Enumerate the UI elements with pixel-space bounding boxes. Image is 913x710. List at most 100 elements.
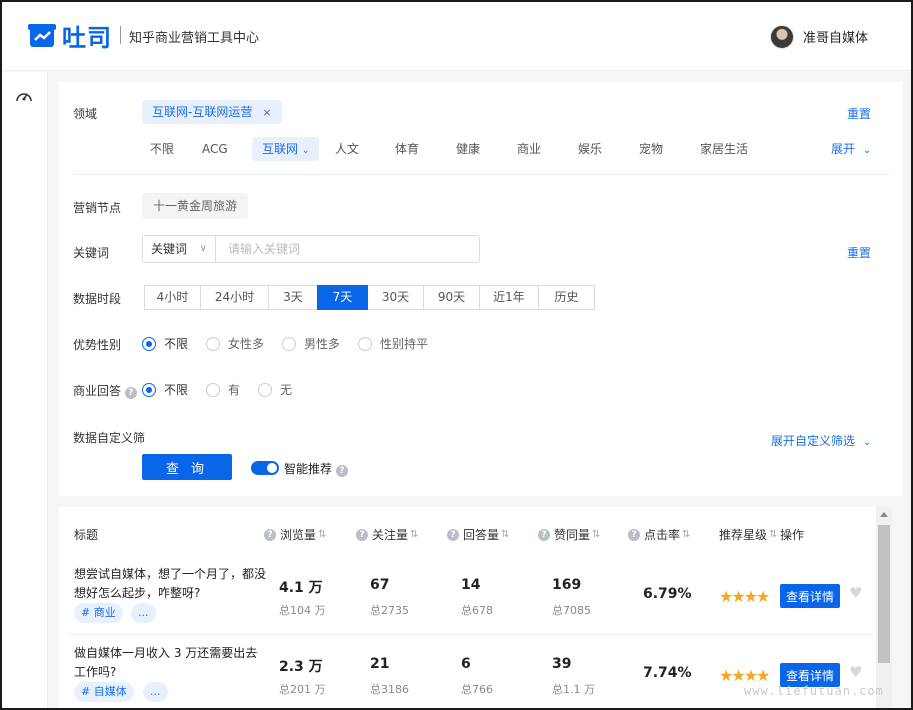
custom-filter-label: 数据自定义筛: [73, 431, 146, 445]
period-option[interactable]: 90天: [423, 285, 480, 310]
sort-icon: ⇅: [410, 529, 419, 540]
logo-text[interactable]: 吐司: [62, 18, 112, 53]
column-header-ctr[interactable]: ? 点击率 ⇅: [628, 526, 690, 543]
radio-dot: [258, 382, 272, 397]
category-active-label: 互联网: [262, 142, 299, 156]
views-value: 4.1 万: [279, 580, 323, 596]
radio-dot: [206, 336, 220, 351]
period-option[interactable]: 3天: [268, 285, 318, 310]
views-value: 2.3 万: [279, 659, 323, 675]
answers-value: 6: [461, 656, 471, 672]
app-window: 吐司 知乎商业营销工具中心 准哥自媒体 领域 互联网-互联网运营 × 重置 不限 …: [0, 0, 913, 710]
views-total: 总104 万: [279, 604, 326, 617]
left-rail: [2, 72, 48, 708]
row-title-link[interactable]: 想尝试自媒体，想了一个月了，都没想好怎么起步，咋整呀?: [74, 565, 269, 603]
category-item[interactable]: 健康: [456, 137, 480, 161]
column-header-stars[interactable]: 推荐星级 ⇅: [719, 526, 777, 543]
category-item-active[interactable]: 互联网 ⌄: [252, 137, 320, 161]
gender-label: 优势性别: [73, 338, 122, 352]
likes-value: 169: [552, 577, 582, 593]
column-header-follows[interactable]: ? 关注量 ⇅: [356, 526, 418, 543]
scrollbar-thumb[interactable]: [878, 525, 890, 663]
biz-answer-text: 商业回答: [73, 384, 122, 398]
expand-custom-filter-link[interactable]: 展开自定义筛选 ⌄: [771, 432, 871, 449]
period-option[interactable]: 历史: [538, 285, 595, 310]
category-item[interactable]: 家居生活: [700, 137, 748, 161]
domain-label: 领域: [73, 107, 98, 121]
likes-value: 39: [552, 656, 572, 672]
category-item[interactable]: 商业: [517, 137, 541, 161]
column-header-views[interactable]: ? 浏览量 ⇅: [264, 526, 326, 543]
expand-categories-link[interactable]: 展开 ⌄: [831, 137, 871, 163]
help-icon[interactable]: ?: [124, 387, 137, 399]
topic-tag[interactable]: # 自媒体: [74, 682, 134, 702]
category-item[interactable]: 人文: [335, 137, 359, 161]
radio-dot: [282, 336, 296, 351]
period-option[interactable]: 近1年: [479, 285, 539, 310]
more-tags[interactable]: ...: [131, 603, 156, 623]
period-option-active[interactable]: 7天: [317, 285, 368, 310]
gender-radio-any[interactable]: 不限: [142, 335, 188, 352]
period-option[interactable]: 30天: [367, 285, 424, 310]
custom-expand-label: 展开自定义筛选: [771, 434, 856, 448]
radio-label: 不限: [164, 383, 189, 397]
scroll-up-icon[interactable]: [880, 512, 888, 517]
results-table: 标题 ? 浏览量 ⇅ ? 关注量 ⇅ ? 回答量 ⇅ ? 赞同量 ⇅ ? 点击率 ⇅ 推荐星级 ⇅ 操…: [59, 507, 892, 708]
category-item[interactable]: 体育: [395, 137, 419, 161]
period-option[interactable]: 4小时: [144, 285, 201, 310]
smart-recommend-toggle[interactable]: [251, 461, 279, 475]
domain-reset-link[interactable]: 重置: [847, 105, 871, 122]
likes-total: 总1.1 万: [552, 683, 595, 696]
topic-tag[interactable]: # 商业: [74, 603, 123, 623]
category-item[interactable]: 娱乐: [578, 137, 602, 161]
marketing-node-chip[interactable]: 十一黄金周旅游: [142, 193, 249, 219]
gender-radio-equal[interactable]: 性别持平: [358, 335, 428, 352]
keyword-input[interactable]: [215, 235, 480, 263]
biz-answer-label: 商业回答 ?: [73, 382, 137, 399]
ctr-value: 6.79%: [643, 586, 692, 602]
category-item[interactable]: 宠物: [639, 137, 663, 161]
help-icon: ?: [628, 528, 640, 541]
remove-tag-icon[interactable]: ×: [262, 106, 271, 119]
view-details-button[interactable]: 查看详情: [780, 584, 840, 608]
chevron-down-icon: ⌄: [862, 437, 872, 448]
column-header-likes[interactable]: ? 赞同量 ⇅: [538, 526, 600, 543]
answers-value: 14: [461, 577, 481, 593]
selected-domain-tag[interactable]: 互联网-互联网运营 ×: [142, 100, 282, 124]
category-item[interactable]: ACG: [202, 137, 228, 161]
keyword-type-select[interactable]: 关键词 ∨: [142, 235, 215, 263]
period-segmented-control: 4小时 24小时 3天 7天 30天 90天 近1年 历史: [144, 285, 595, 310]
period-option[interactable]: 24小时: [200, 285, 269, 310]
vertical-scrollbar[interactable]: [876, 507, 892, 708]
follows-value: 67: [370, 577, 390, 593]
sort-icon: ⇅: [682, 529, 691, 540]
category-item[interactable]: 不限: [150, 137, 174, 161]
radio-dot: [206, 382, 220, 397]
chevron-down-icon: ⌄: [862, 145, 872, 156]
help-icon: ?: [538, 528, 550, 541]
biz-radio-yes[interactable]: 有: [206, 381, 240, 398]
help-icon: ?: [447, 528, 459, 541]
favorite-heart-icon[interactable]: ♥: [849, 663, 862, 681]
dashboard-icon[interactable]: [15, 88, 33, 104]
row-title-link[interactable]: 做自媒体一月收入 3 万还需要出去工作吗?: [74, 644, 269, 682]
biz-radio-no[interactable]: 无: [258, 381, 292, 398]
more-tags[interactable]: ...: [143, 682, 168, 702]
avatar[interactable]: [770, 25, 794, 49]
keyword-reset-link[interactable]: 重置: [847, 244, 871, 261]
sort-icon: ⇅: [592, 529, 601, 540]
watermark: www.liefutuan.com: [744, 684, 884, 698]
column-header-answers[interactable]: ? 回答量 ⇅: [447, 526, 509, 543]
radio-label: 女性多: [228, 337, 265, 351]
help-icon[interactable]: ?: [335, 465, 348, 477]
biz-radio-any[interactable]: 不限: [142, 381, 188, 398]
chevron-down-icon: ∨: [199, 243, 207, 254]
query-button[interactable]: 查 询: [142, 454, 232, 480]
sort-icon: ⇅: [769, 529, 778, 540]
gender-radio-male[interactable]: 男性多: [282, 335, 340, 352]
user-name[interactable]: 准哥自媒体: [803, 27, 868, 46]
gender-radio-female[interactable]: 女性多: [206, 335, 264, 352]
radio-label: 无: [280, 383, 293, 397]
logo-divider: [120, 26, 121, 44]
favorite-heart-icon[interactable]: ♥: [849, 584, 862, 602]
